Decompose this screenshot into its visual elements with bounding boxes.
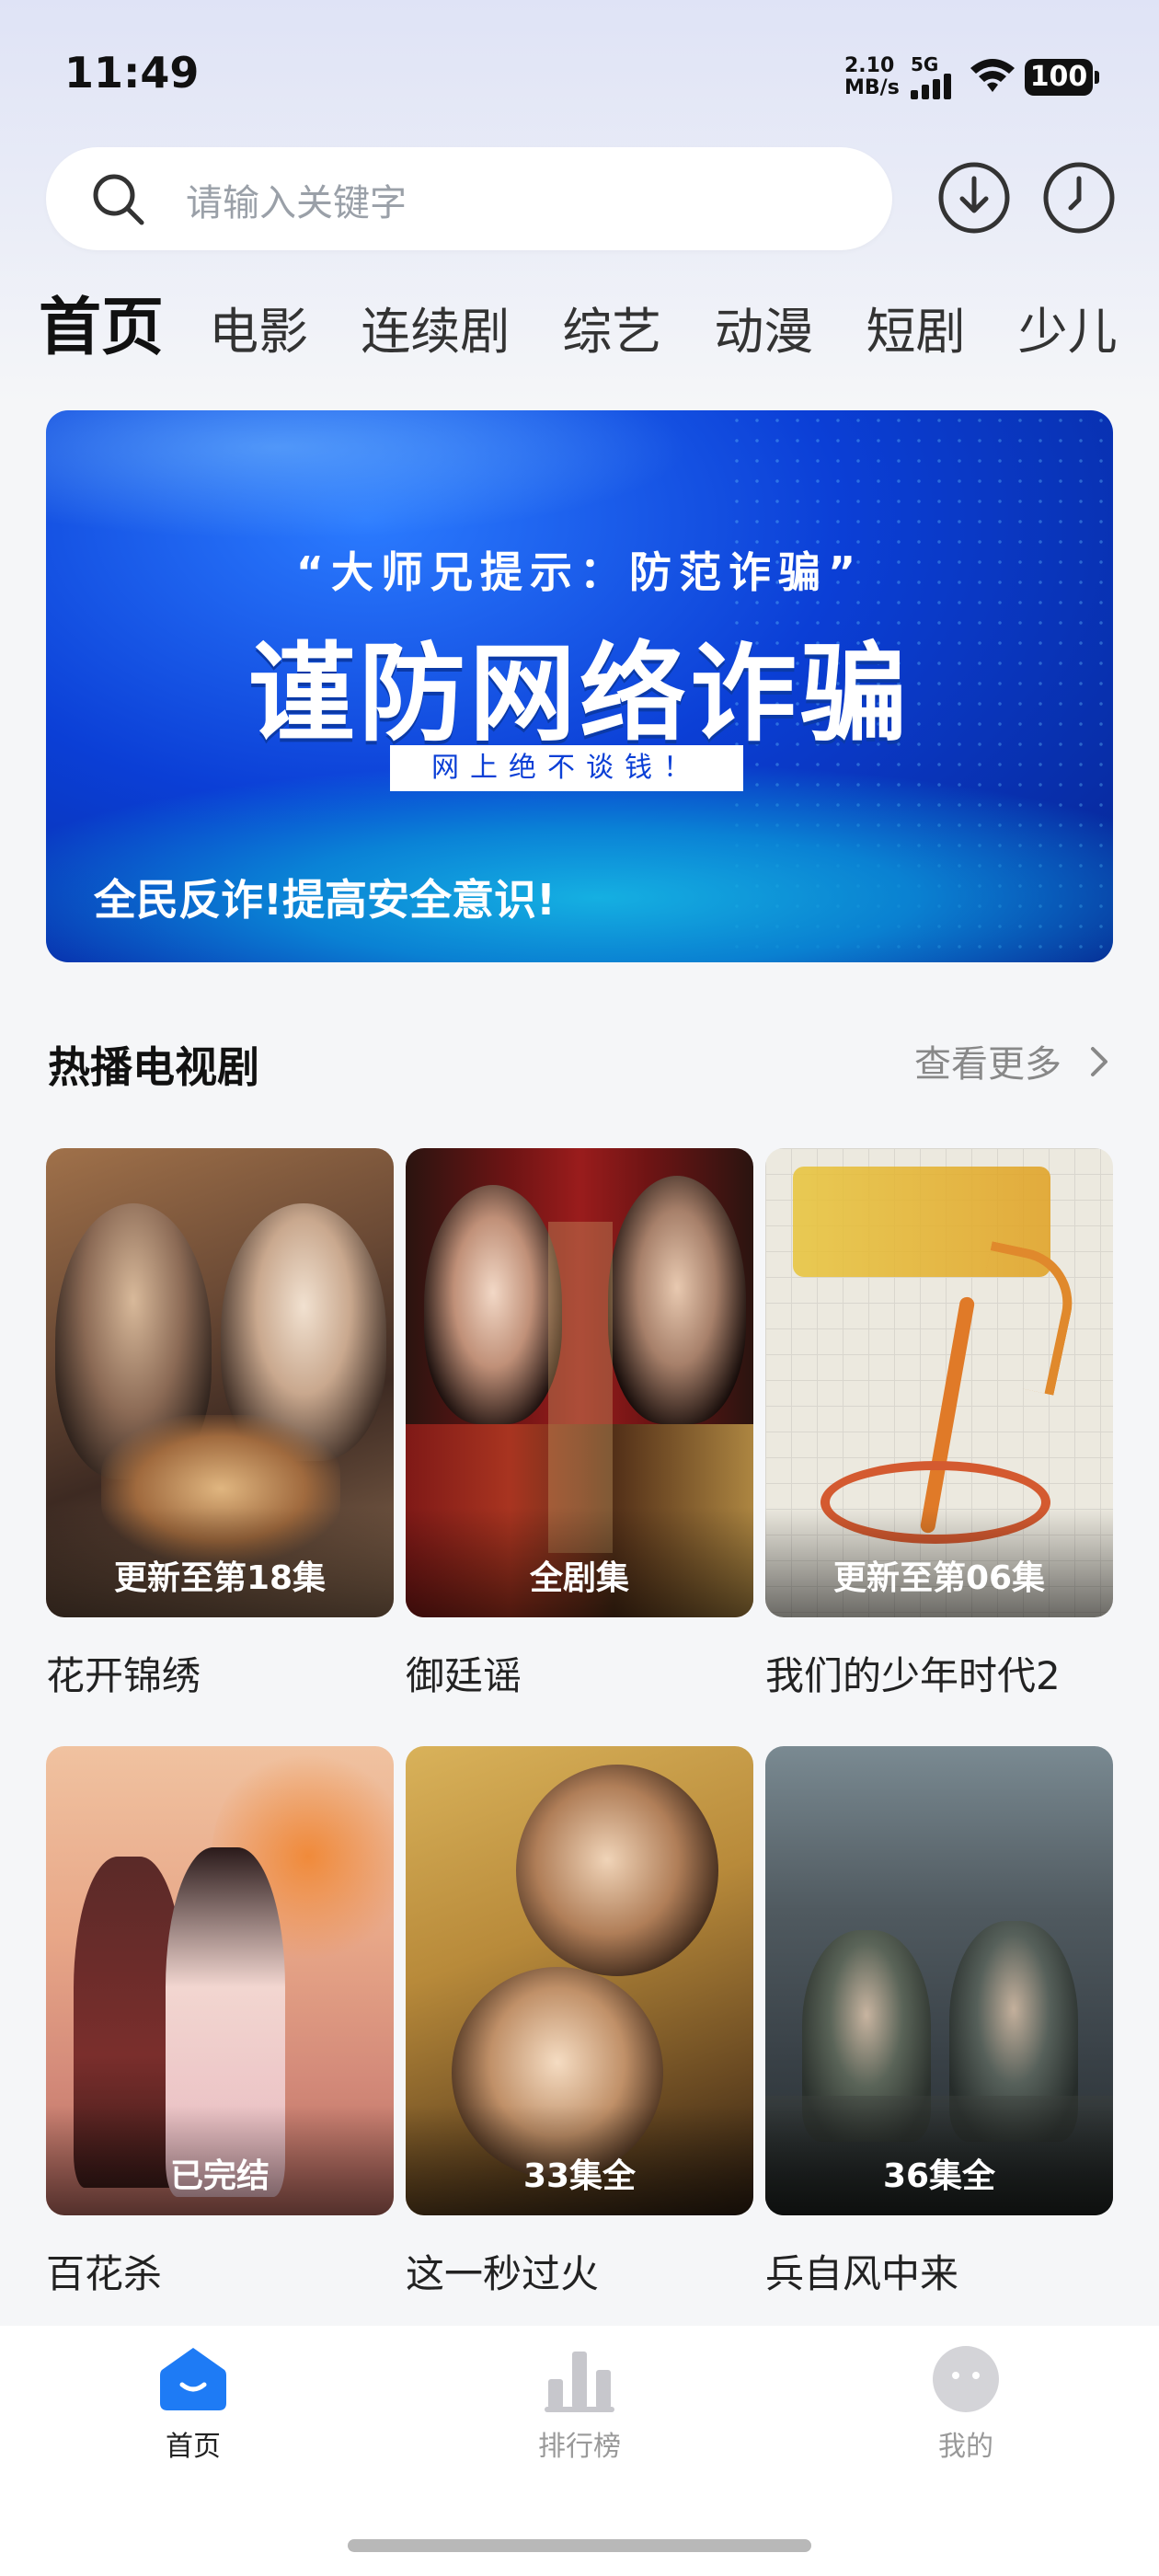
- episode-badge: 36集全: [882, 2157, 996, 2195]
- show-title[interactable]: 我们的少年时代2: [765, 1645, 1113, 1701]
- nav-profile[interactable]: 我的: [874, 2344, 1058, 2464]
- history-icon[interactable]: [1041, 160, 1117, 236]
- show-poster[interactable]: 33集全: [406, 1746, 753, 2215]
- show-poster[interactable]: 更新至第18集: [46, 1148, 394, 1617]
- show-card[interactable]: 已完结 百花杀: [46, 1746, 394, 2299]
- battery-icon: 100: [1025, 59, 1099, 96]
- show-poster[interactable]: 已完结: [46, 1746, 394, 2215]
- show-poster[interactable]: 全剧集: [406, 1148, 753, 1617]
- tab-home[interactable]: 首页: [39, 276, 164, 367]
- show-poster[interactable]: 36集全: [765, 1746, 1113, 2215]
- tab-short-drama[interactable]: 短剧: [866, 291, 965, 363]
- download-icon[interactable]: [936, 160, 1012, 236]
- show-title[interactable]: 御廷谣: [406, 1645, 753, 1701]
- show-poster[interactable]: 更新至第06集: [765, 1148, 1113, 1617]
- nav-label: 排行榜: [538, 2431, 621, 2463]
- show-card[interactable]: 更新至第06集 我们的少年时代2: [765, 1148, 1113, 1701]
- episode-badge: 更新至第06集: [832, 1559, 1046, 1597]
- wifi-icon: [970, 59, 1015, 92]
- tab-series[interactable]: 连续剧: [361, 291, 510, 363]
- banner-tagline: 网上绝不谈钱！: [390, 745, 743, 791]
- tab-kids[interactable]: 少儿: [1018, 291, 1118, 363]
- nav-home[interactable]: 首页: [101, 2344, 285, 2464]
- banner-caption: 全民反诈!提高安全意识!: [94, 875, 556, 925]
- tab-anime[interactable]: 动漫: [714, 291, 813, 363]
- chevron-right-icon[interactable]: [1087, 1043, 1111, 1080]
- home-icon: [160, 2348, 226, 2410]
- episode-badge: 33集全: [522, 2157, 637, 2195]
- see-more-link[interactable]: 查看更多: [914, 1034, 1061, 1087]
- nav-ranking[interactable]: 排行榜: [488, 2344, 671, 2464]
- nav-label: 我的: [938, 2431, 993, 2463]
- banner-title: 谨防网络诈骗: [248, 632, 911, 756]
- banner-subtitle: “大师兄提示：防范诈骗”: [295, 547, 864, 597]
- tab-variety[interactable]: 综艺: [562, 291, 661, 363]
- search-icon: [93, 174, 144, 225]
- status-bar: 11:49 2.10 MB/s 5G 100: [0, 0, 1159, 147]
- nav-label: 首页: [166, 2431, 221, 2463]
- network-speed: 2.10 MB/s: [844, 54, 900, 99]
- category-tabs: 首页 电影 连续剧 综艺 动漫 短剧 少儿 直: [39, 276, 1159, 368]
- show-title[interactable]: 这一秒过火: [406, 2243, 753, 2299]
- show-card[interactable]: 36集全 兵自风中来: [765, 1746, 1113, 2299]
- episode-badge: 更新至第18集: [113, 1559, 327, 1597]
- clock: 11:49: [64, 48, 200, 98]
- show-card[interactable]: 33集全 这一秒过火: [406, 1746, 753, 2299]
- show-card[interactable]: 更新至第18集 花开锦绣: [46, 1148, 394, 1701]
- cellular-signal-icon: 5G: [911, 53, 958, 99]
- episode-badge: 已完结: [169, 2157, 270, 2195]
- show-title[interactable]: 兵自风中来: [765, 2243, 1113, 2299]
- home-indicator[interactable]: [348, 2539, 811, 2552]
- episode-badge: 全剧集: [529, 1559, 629, 1597]
- promo-banner[interactable]: “大师兄提示：防范诈骗” 谨防网络诈骗 网上绝不谈钱！ 全民反诈!提高安全意识!: [46, 410, 1113, 962]
- ranking-icon: [545, 2352, 614, 2412]
- show-title[interactable]: 百花杀: [46, 2243, 394, 2299]
- search-placeholder: 请输入关键字: [186, 182, 407, 224]
- section-title: 热播电视剧: [48, 1042, 259, 1092]
- tab-movies[interactable]: 电影: [209, 291, 308, 363]
- profile-icon: [933, 2346, 999, 2412]
- search-bar[interactable]: 请输入关键字: [46, 147, 892, 250]
- show-title[interactable]: 花开锦绣: [46, 1645, 394, 1701]
- show-card[interactable]: 全剧集 御廷谣: [406, 1148, 753, 1701]
